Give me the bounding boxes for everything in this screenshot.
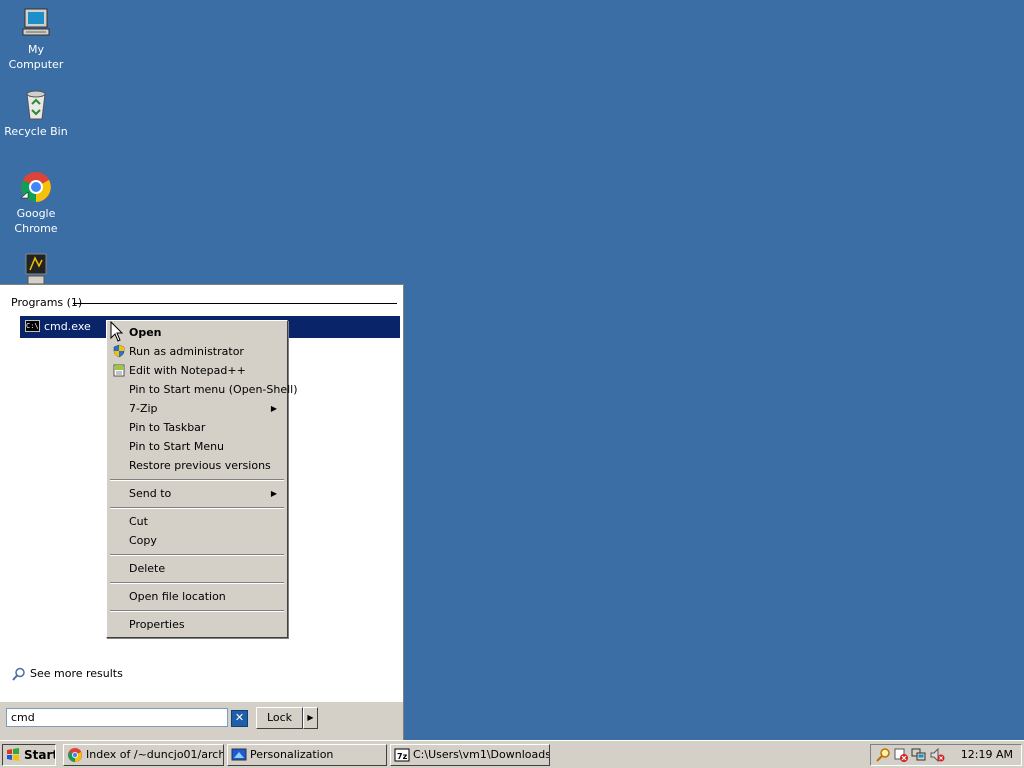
system-tray: 12:19 AM bbox=[870, 744, 1022, 766]
windows-logo-icon bbox=[7, 748, 19, 761]
search-tray-icon[interactable] bbox=[875, 747, 891, 763]
magnifier-icon bbox=[12, 667, 25, 681]
volume-muted-icon[interactable] bbox=[929, 747, 945, 763]
menu-item-label: Restore previous versions bbox=[129, 459, 271, 472]
notepad-icon bbox=[113, 364, 125, 377]
desktop-icon-my-computer[interactable]: My Computer bbox=[0, 6, 72, 72]
desktop-icon-recycle-bin[interactable]: Recycle Bin bbox=[0, 88, 72, 139]
personalization-icon bbox=[231, 748, 247, 761]
monitor-app-icon bbox=[25, 253, 47, 285]
menu-item-pin-to-taskbar[interactable]: Pin to Taskbar bbox=[109, 418, 285, 437]
menu-separator bbox=[110, 582, 284, 584]
clear-search-icon[interactable]: ✕ bbox=[231, 710, 248, 727]
search-result-label: cmd.exe bbox=[44, 320, 91, 333]
header-divider bbox=[73, 303, 397, 304]
desktop-icon-google-chrome[interactable]: Google Chrome bbox=[0, 170, 72, 236]
menu-item-label: Edit with Notepad++ bbox=[129, 364, 246, 377]
menu-item-7zip[interactable]: 7-Zip ▶ bbox=[109, 399, 285, 418]
menu-item-restore-previous-versions[interactable]: Restore previous versions bbox=[109, 456, 285, 475]
menu-item-run-as-administrator[interactable]: Run as administrator bbox=[109, 342, 285, 361]
desktop-icon-label: My Computer bbox=[8, 43, 64, 71]
mouse-cursor-icon bbox=[110, 321, 124, 342]
desktop-icon-label: Google Chrome bbox=[14, 207, 58, 235]
menu-item-pin-to-start-open-shell[interactable]: Pin to Start menu (Open-Shell) bbox=[109, 380, 298, 399]
see-more-results-link[interactable]: See more results bbox=[12, 667, 123, 681]
menu-item-label: Copy bbox=[129, 534, 157, 547]
recycle-bin-icon bbox=[26, 90, 46, 120]
taskbar-button-label: Personalization bbox=[250, 748, 334, 761]
taskbar-button-label: Index of /~duncjo01/archi... bbox=[86, 748, 224, 761]
menu-item-send-to[interactable]: Send to ▶ bbox=[109, 484, 285, 503]
context-menu: Open Run as administrator Edit with Note… bbox=[106, 320, 298, 638]
computer-icon bbox=[22, 8, 50, 36]
menu-item-pin-to-start-menu[interactable]: Pin to Start Menu bbox=[109, 437, 285, 456]
taskbar-button-7zip[interactable]: 7z C:\Users\vm1\Downloads... bbox=[390, 744, 550, 766]
lock-button[interactable]: Lock bbox=[256, 707, 303, 729]
svg-text:7z: 7z bbox=[397, 752, 408, 761]
action-center-warning-icon[interactable] bbox=[893, 747, 909, 763]
menu-item-label: Pin to Start Menu bbox=[129, 440, 225, 453]
submenu-arrow-icon: ▶ bbox=[270, 489, 277, 498]
menu-item-edit-with-notepad[interactable]: Edit with Notepad++ bbox=[109, 361, 285, 380]
menu-item-label: Delete bbox=[129, 562, 166, 575]
menu-item-label: Properties bbox=[129, 618, 185, 631]
programs-header: Programs (1) bbox=[11, 296, 397, 310]
menu-item-cut[interactable]: Cut bbox=[109, 512, 285, 531]
menu-item-copy[interactable]: Copy bbox=[109, 531, 285, 550]
menu-separator bbox=[110, 554, 284, 556]
menu-item-label: Open bbox=[129, 326, 162, 339]
taskbar-button-chrome[interactable]: Index of /~duncjo01/archi... bbox=[63, 744, 224, 766]
7zip-icon: 7z bbox=[394, 748, 410, 762]
start-button[interactable]: Start bbox=[2, 744, 56, 766]
taskbar: Start Index of /~duncjo01/archi... Perso… bbox=[0, 740, 1024, 768]
chrome-icon bbox=[20, 172, 51, 202]
clock[interactable]: 12:19 AM bbox=[961, 745, 1013, 765]
taskbar-button-personalization[interactable]: Personalization bbox=[227, 744, 387, 766]
chrome-icon bbox=[68, 748, 82, 762]
menu-item-label: Open file location bbox=[129, 590, 226, 603]
menu-item-label: Pin to Start menu (Open-Shell) bbox=[129, 383, 298, 396]
menu-separator bbox=[110, 610, 284, 612]
menu-item-delete[interactable]: Delete bbox=[109, 559, 285, 578]
desktop-icon-partial[interactable] bbox=[0, 252, 72, 288]
cmd-icon: C:\ bbox=[25, 320, 40, 332]
menu-item-open[interactable]: Open bbox=[109, 323, 285, 342]
search-bar: ✕ Lock ▶ bbox=[0, 701, 403, 740]
shield-icon bbox=[113, 344, 125, 358]
submenu-arrow-icon: ▶ bbox=[270, 404, 277, 413]
menu-item-label: Send to bbox=[129, 487, 172, 500]
menu-separator bbox=[110, 479, 284, 481]
search-input[interactable] bbox=[6, 708, 228, 727]
menu-item-label: Run as administrator bbox=[129, 345, 244, 358]
menu-separator bbox=[110, 507, 284, 509]
menu-item-label: Cut bbox=[129, 515, 148, 528]
start-label: Start bbox=[24, 748, 56, 762]
power-options-arrow-icon[interactable]: ▶ bbox=[303, 707, 318, 729]
menu-item-label: 7-Zip bbox=[129, 402, 158, 415]
taskbar-button-label: C:\Users\vm1\Downloads... bbox=[413, 748, 550, 761]
programs-header-label: Programs (1) bbox=[11, 296, 83, 309]
see-more-label: See more results bbox=[30, 667, 123, 680]
network-icon[interactable] bbox=[911, 747, 927, 763]
menu-item-label: Pin to Taskbar bbox=[129, 421, 206, 434]
menu-item-properties[interactable]: Properties bbox=[109, 615, 285, 634]
desktop-icon-label: Recycle Bin bbox=[4, 125, 68, 138]
menu-item-open-file-location[interactable]: Open file location bbox=[109, 587, 285, 606]
